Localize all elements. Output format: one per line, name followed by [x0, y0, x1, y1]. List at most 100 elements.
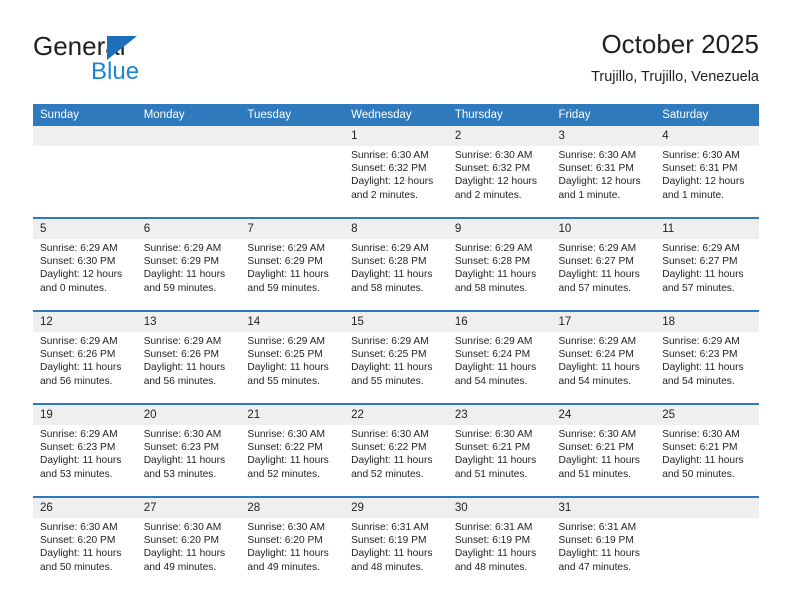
day-cell[interactable]: Sunrise: 6:30 AM Sunset: 6:21 PM Dayligh… — [655, 425, 759, 497]
weekday-header-thursday: Thursday — [447, 104, 552, 126]
day-cell[interactable]: Sunrise: 6:29 AM Sunset: 6:29 PM Dayligh… — [240, 239, 345, 311]
day-number-row: 26 27 28 29 30 31 — [33, 496, 759, 518]
sunset-text: Sunset: 6:24 PM — [558, 349, 634, 361]
day-number-row: 5 6 7 8 9 10 11 — [33, 217, 759, 239]
sunrise-text: Sunrise: 6:29 AM — [558, 336, 637, 347]
day-cell[interactable] — [240, 146, 345, 218]
day-detail-row: Sunrise: 6:29 AM Sunset: 6:26 PM Dayligh… — [33, 332, 759, 404]
day-cell[interactable]: Sunrise: 6:31 AM Sunset: 6:19 PM Dayligh… — [447, 518, 552, 589]
sunset-text: Sunset: 6:20 PM — [143, 535, 220, 547]
sunset-text: Sunset: 6:23 PM — [40, 442, 116, 454]
daylight-text: Daylight: 11 hours and 57 minutes. — [662, 269, 744, 294]
sunset-text: Sunset: 6:28 PM — [454, 256, 531, 268]
sunrise-text: Sunrise: 6:31 AM — [454, 522, 533, 533]
sunset-text: Sunset: 6:26 PM — [143, 349, 220, 361]
day-cell[interactable]: Sunrise: 6:30 AM Sunset: 6:20 PM Dayligh… — [33, 518, 137, 589]
sunrise-text: Sunrise: 6:31 AM — [351, 522, 429, 533]
day-cell[interactable]: Sunrise: 6:29 AM Sunset: 6:23 PM Dayligh… — [33, 425, 137, 497]
day-cell[interactable]: Sunrise: 6:29 AM Sunset: 6:28 PM Dayligh… — [344, 239, 448, 311]
day-cell[interactable]: Sunrise: 6:30 AM Sunset: 6:31 PM Dayligh… — [655, 146, 759, 218]
sunrise-text: Sunrise: 6:29 AM — [454, 336, 533, 347]
day-cell[interactable]: Sunrise: 6:30 AM Sunset: 6:23 PM Dayligh… — [136, 425, 241, 497]
daylight-text: Daylight: 11 hours and 48 minutes. — [351, 548, 433, 573]
daylight-text: Daylight: 11 hours and 49 minutes. — [143, 548, 226, 573]
day-cell[interactable]: Sunrise: 6:29 AM Sunset: 6:25 PM Dayligh… — [240, 332, 345, 404]
day-number: 23 — [447, 403, 552, 425]
day-cell[interactable] — [655, 518, 759, 589]
day-cell[interactable]: Sunrise: 6:31 AM Sunset: 6:19 PM Dayligh… — [344, 518, 448, 589]
sunset-text: Sunset: 6:28 PM — [351, 256, 427, 268]
day-detail-row: Sunrise: 6:29 AM Sunset: 6:23 PM Dayligh… — [33, 425, 759, 497]
daylight-text: Daylight: 11 hours and 59 minutes. — [247, 269, 329, 294]
daylight-text: Daylight: 11 hours and 49 minutes. — [247, 548, 329, 573]
daylight-text: Daylight: 11 hours and 58 minutes. — [351, 269, 433, 294]
day-cell[interactable]: Sunrise: 6:29 AM Sunset: 6:30 PM Dayligh… — [33, 239, 137, 311]
day-cell[interactable]: Sunrise: 6:29 AM Sunset: 6:24 PM Dayligh… — [447, 332, 552, 404]
day-number — [655, 496, 759, 518]
day-cell[interactable]: Sunrise: 6:30 AM Sunset: 6:21 PM Dayligh… — [447, 425, 552, 497]
daylight-text: Daylight: 11 hours and 54 minutes. — [558, 362, 640, 387]
sunrise-text: Sunrise: 6:29 AM — [247, 336, 325, 347]
day-cell[interactable]: Sunrise: 6:30 AM Sunset: 6:21 PM Dayligh… — [551, 425, 656, 497]
day-cell[interactable]: Sunrise: 6:29 AM Sunset: 6:29 PM Dayligh… — [136, 239, 241, 311]
sunrise-text: Sunrise: 6:30 AM — [40, 522, 118, 533]
day-number — [240, 126, 345, 146]
day-number: 24 — [551, 403, 656, 425]
day-number: 19 — [33, 403, 137, 425]
daylight-text: Daylight: 12 hours and 1 minute. — [662, 176, 745, 201]
day-cell[interactable]: Sunrise: 6:30 AM Sunset: 6:22 PM Dayligh… — [240, 425, 345, 497]
day-number — [136, 126, 241, 146]
daylight-text: Daylight: 11 hours and 54 minutes. — [454, 362, 537, 387]
day-number: 28 — [240, 496, 345, 518]
day-number: 3 — [551, 126, 656, 146]
day-number-row: 19 20 21 22 23 24 25 — [33, 403, 759, 425]
sunrise-sunset-calendar-table: Sunday Monday Tuesday Wednesday Thursday… — [33, 104, 759, 589]
day-number: 27 — [136, 496, 241, 518]
daylight-text: Daylight: 12 hours and 2 minutes. — [351, 176, 434, 201]
day-number: 1 — [344, 126, 448, 146]
day-cell[interactable]: Sunrise: 6:29 AM Sunset: 6:26 PM Dayligh… — [136, 332, 241, 404]
day-cell[interactable]: Sunrise: 6:30 AM Sunset: 6:32 PM Dayligh… — [447, 146, 552, 218]
day-cell[interactable]: Sunrise: 6:30 AM Sunset: 6:20 PM Dayligh… — [136, 518, 241, 589]
general-blue-logo[interactable]: General Blue — [33, 32, 253, 94]
day-cell[interactable] — [136, 146, 241, 218]
day-cell[interactable]: Sunrise: 6:29 AM Sunset: 6:27 PM Dayligh… — [551, 239, 656, 311]
sunrise-text: Sunrise: 6:29 AM — [143, 243, 222, 254]
day-number: 15 — [344, 310, 448, 332]
sunset-text: Sunset: 6:21 PM — [454, 442, 531, 454]
sunrise-text: Sunrise: 6:29 AM — [662, 243, 740, 254]
day-number: 6 — [136, 217, 241, 239]
day-number-row: 1 2 3 4 — [33, 126, 759, 146]
daylight-text: Daylight: 11 hours and 57 minutes. — [558, 269, 640, 294]
page-title: October 2025 — [601, 29, 759, 59]
day-cell[interactable]: Sunrise: 6:30 AM Sunset: 6:32 PM Dayligh… — [344, 146, 448, 218]
sunset-text: Sunset: 6:29 PM — [247, 256, 323, 268]
day-number: 7 — [240, 217, 345, 239]
sunrise-text: Sunrise: 6:29 AM — [454, 243, 533, 254]
weekday-header-wednesday: Wednesday — [344, 104, 448, 126]
sunset-text: Sunset: 6:25 PM — [247, 349, 323, 361]
sunrise-text: Sunrise: 6:29 AM — [247, 243, 325, 254]
day-cell[interactable]: Sunrise: 6:30 AM Sunset: 6:20 PM Dayligh… — [240, 518, 345, 589]
daylight-text: Daylight: 12 hours and 1 minute. — [558, 176, 641, 201]
sunrise-text: Sunrise: 6:29 AM — [40, 429, 118, 440]
day-cell[interactable]: Sunrise: 6:29 AM Sunset: 6:24 PM Dayligh… — [551, 332, 656, 404]
day-cell[interactable]: Sunrise: 6:29 AM Sunset: 6:28 PM Dayligh… — [447, 239, 552, 311]
daylight-text: Daylight: 11 hours and 56 minutes. — [40, 362, 122, 387]
day-cell[interactable]: Sunrise: 6:29 AM Sunset: 6:23 PM Dayligh… — [655, 332, 759, 404]
day-cell[interactable]: Sunrise: 6:29 AM Sunset: 6:25 PM Dayligh… — [344, 332, 448, 404]
sunset-text: Sunset: 6:22 PM — [351, 442, 427, 454]
day-number-row: 12 13 14 15 16 17 18 — [33, 310, 759, 332]
day-cell[interactable]: Sunrise: 6:30 AM Sunset: 6:22 PM Dayligh… — [344, 425, 448, 497]
day-cell[interactable] — [33, 146, 137, 218]
sunrise-text: Sunrise: 6:29 AM — [143, 336, 222, 347]
day-cell[interactable]: Sunrise: 6:29 AM Sunset: 6:27 PM Dayligh… — [655, 239, 759, 311]
day-cell[interactable]: Sunrise: 6:31 AM Sunset: 6:19 PM Dayligh… — [551, 518, 656, 589]
day-cell[interactable]: Sunrise: 6:30 AM Sunset: 6:31 PM Dayligh… — [551, 146, 656, 218]
day-number: 30 — [447, 496, 552, 518]
day-detail-row: Sunrise: 6:30 AM Sunset: 6:32 PM Dayligh… — [33, 146, 759, 218]
day-cell[interactable]: Sunrise: 6:29 AM Sunset: 6:26 PM Dayligh… — [33, 332, 137, 404]
day-number: 26 — [33, 496, 137, 518]
day-number: 14 — [240, 310, 345, 332]
daylight-text: Daylight: 11 hours and 48 minutes. — [454, 548, 537, 573]
